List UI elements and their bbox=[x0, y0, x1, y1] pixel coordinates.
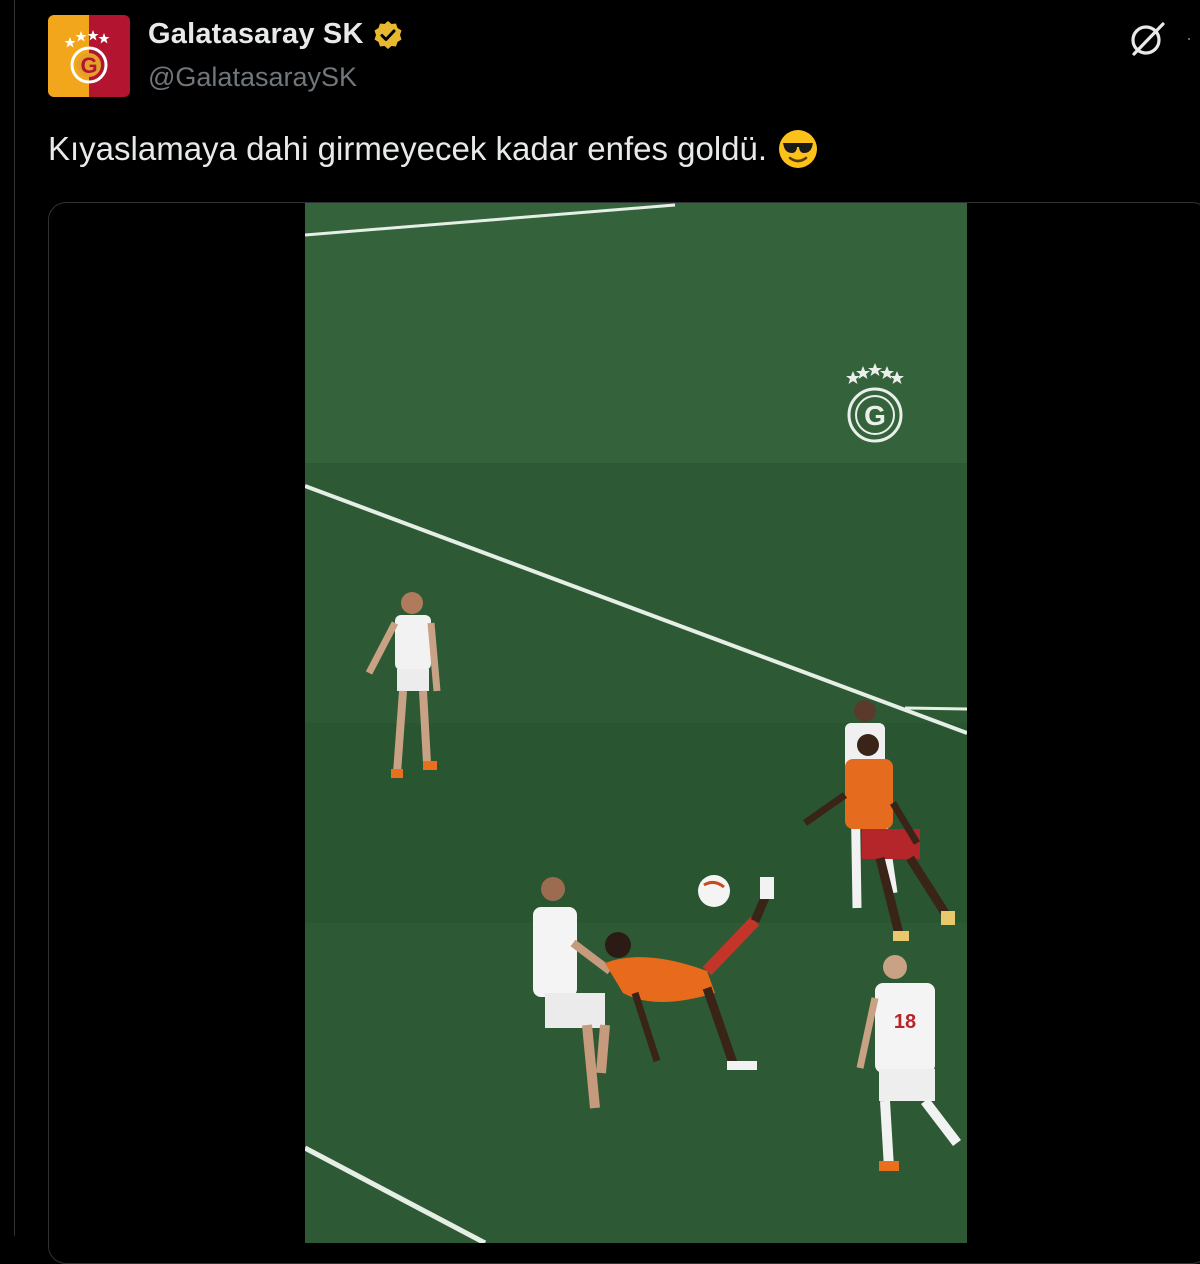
svg-text:G: G bbox=[864, 400, 886, 431]
tweet-text: Kıyaslamaya dahi girmeyecek kadar enfes … bbox=[48, 130, 768, 167]
match-scene-image: G 18 bbox=[305, 203, 967, 1243]
smiling-face-with-sunglasses-icon bbox=[779, 130, 818, 168]
display-name[interactable]: Galatasaray SK bbox=[148, 18, 364, 51]
svg-text:18: 18 bbox=[894, 1011, 916, 1033]
avatar[interactable]: G bbox=[48, 15, 130, 97]
svg-text:G: G bbox=[80, 53, 97, 78]
media-card[interactable]: G 18 bbox=[48, 202, 1200, 1264]
grok-icon[interactable] bbox=[1126, 18, 1168, 60]
author-name-row: Galatasaray SK bbox=[148, 18, 404, 51]
video-player[interactable]: G 18 bbox=[305, 203, 967, 1243]
handle[interactable]: @GalatasaraySK bbox=[148, 62, 357, 93]
tweet-text-row: Kıyaslamaya dahi girmeyecek kadar enfes … bbox=[48, 128, 819, 170]
column-divider bbox=[14, 0, 15, 1236]
galatasaray-crest-icon: G bbox=[64, 30, 110, 84]
more-icon[interactable]: · bbox=[1186, 28, 1200, 48]
verified-badge-icon bbox=[374, 20, 402, 49]
